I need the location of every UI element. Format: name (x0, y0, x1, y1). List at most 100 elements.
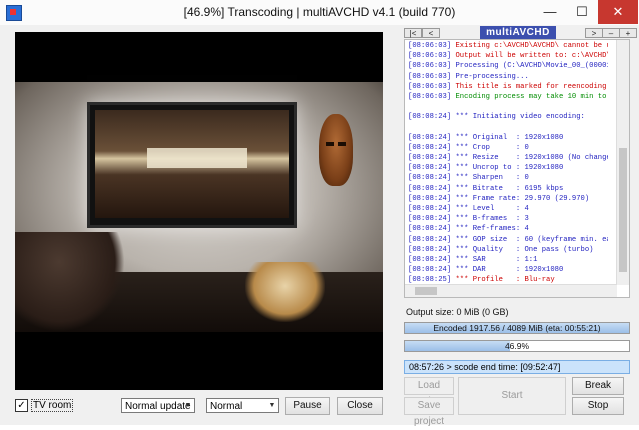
log-timestamp: [08:06:03] (408, 92, 452, 101)
log-timestamp: [08:08:24] (408, 215, 452, 224)
priority-value: Normal (210, 401, 243, 412)
log-timestamp: [08:08:24] (408, 225, 452, 234)
log-message: *** Crop : 0 (451, 143, 529, 152)
nav-minus-button[interactable]: – (602, 28, 620, 38)
main-area: ✓ TV room Normal update ▼ Normal ▼ Pause … (0, 25, 639, 427)
log-panel[interactable]: [08:06:03] Existing c:\AVCHD\AVCHD\ cann… (404, 39, 630, 298)
multiavchd-logo: multiAVCHD (480, 26, 556, 40)
log-line: [08:08:24] *** DAR : 1920x1080 (408, 265, 608, 275)
log-message: *** Ref-frames: 4 (451, 225, 529, 234)
log-message: *** B-frames : 3 (451, 215, 529, 224)
log-line: [08:08:24] *** B-frames : 3 (408, 214, 608, 224)
break-button[interactable]: Break (572, 377, 624, 395)
log-line: [08:06:03] Encoding process may take 10 … (408, 92, 608, 102)
log-timestamp: [08:08:24] (408, 154, 452, 163)
log-message: This title is marked for reencoding (451, 82, 607, 91)
viewers-silhouette (15, 232, 125, 332)
log-line: [08:08:24] *** Original : 1920x1080 (408, 133, 608, 143)
title-bar: [46.9%] Transcoding | multiAVCHD v4.1 (b… (0, 0, 639, 26)
update-mode-value: Normal update (125, 401, 191, 412)
log-timestamp: [08:08:24] (408, 133, 452, 142)
log-line: [08:08:24] *** Resize : 1920x1080 (No ch… (408, 153, 608, 163)
log-line: [08:06:03] Existing c:\AVCHD\AVCHD\ cann… (408, 41, 608, 51)
log-line: [08:06:03] Output will be written to: c:… (408, 51, 608, 61)
scroll-thumb[interactable] (415, 287, 437, 295)
log-line: [08:08:24] *** Quality : One pass (turbo… (408, 245, 608, 255)
status-line: 08:57:26 > scode end time: [09:52:47] (404, 360, 630, 374)
log-message: *** Sharpen : 0 (451, 174, 529, 183)
log-message: *** SAR : 1:1 (451, 255, 538, 264)
video-frame (95, 110, 289, 218)
log-timestamp: [08:08:24] (408, 174, 452, 183)
pause-button[interactable]: Pause (285, 397, 330, 415)
log-message: *** Resize : 1920x1080 (No change (451, 154, 608, 163)
percent-progress-label: 46.9% (504, 341, 530, 351)
save-project-button[interactable]: Save project (404, 397, 454, 427)
scroll-thumb[interactable] (619, 148, 627, 272)
log-timestamp: [08:08:24] (408, 113, 452, 122)
nav-prev-button[interactable]: < (422, 28, 440, 38)
start-button[interactable]: Start (458, 377, 566, 415)
output-size-label: Output size: 0 MiB (0 GB) (406, 307, 509, 317)
log-line: [08:08:24] *** Uncrop to : 1920x1080 (408, 163, 608, 173)
log-line: [08:06:03] Processing (C:\AVCHD\Movie_00… (408, 61, 608, 71)
log-message: *** Original : 1920x1080 (451, 133, 564, 142)
nav-next-button[interactable]: > (585, 28, 603, 38)
log-line: [08:08:24] *** Bitrate : 6195 kbps (408, 184, 608, 194)
tv-room-toggle[interactable]: ✓ TV room (15, 399, 74, 415)
log-message: *** Bitrate : 6195 kbps (451, 184, 564, 193)
log-timestamp: [08:08:24] (408, 164, 452, 173)
log-timestamp: [08:06:03] (408, 42, 452, 50)
log-line: [08:08:24] *** GOP size : 60 (keyframe m… (408, 235, 608, 245)
log-timestamp: [08:06:03] (408, 82, 452, 91)
log-line: [08:08:24] *** Frame rate: 29.970 (29.97… (408, 194, 608, 204)
nav-plus-button[interactable]: + (619, 28, 637, 38)
log-line: [08:08:24] *** Level : 4 (408, 204, 608, 214)
log-line: [08:06:03] This title is marked for reen… (408, 82, 608, 92)
chevron-down-icon: ▼ (184, 402, 192, 409)
log-timestamp: [08:08:24] (408, 245, 452, 254)
log-horizontal-scrollbar[interactable] (405, 284, 617, 297)
log-timestamp: [08:06:03] (408, 62, 452, 71)
log-lines: [08:06:03] Existing c:\AVCHD\AVCHD\ cann… (408, 41, 608, 297)
update-mode-select[interactable]: Normal update ▼ (121, 398, 195, 413)
encoded-progress-bar: Encoded 1917.56 / 4089 MiB (eta: 00:55:2… (404, 322, 630, 334)
close-window-button[interactable]: ✕ (598, 0, 638, 24)
minimize-button[interactable]: — (534, 0, 566, 24)
nav-first-button[interactable]: |< (404, 28, 422, 38)
load-project-button[interactable]: Load project (404, 377, 454, 407)
log-line: [08:08:24] *** Crop : 0 (408, 143, 608, 153)
stage-scene (147, 148, 247, 168)
log-timestamp: [08:06:03] (408, 72, 452, 81)
log-message: Processing (C:\AVCHD\Movie_00_(00001 (451, 62, 608, 71)
log-timestamp: [08:08:24] (408, 143, 452, 152)
log-line: [08:06:03] Pre-processing... (408, 72, 608, 82)
log-message: *** Quality : One pass (turbo) (451, 245, 594, 254)
log-message: *** DAR : 1920x1080 (451, 266, 564, 275)
priority-select[interactable]: Normal ▼ (206, 398, 279, 413)
log-message: *** Frame rate: 29.970 (29.970) (451, 194, 590, 203)
log-timestamp: [08:08:24] (408, 255, 452, 264)
log-timestamp: [08:08:24] (408, 184, 452, 193)
tv-room-checkbox[interactable]: ✓ (15, 399, 28, 412)
tv-room-label: TV room (31, 399, 74, 412)
maximize-button[interactable]: ☐ (566, 0, 598, 24)
log-line: [08:08:24] *** Ref-frames: 4 (408, 224, 608, 234)
right-panel: |< < multiAVCHD > – + [08:06:03] Existin… (396, 25, 639, 427)
close-button[interactable]: Close (337, 397, 383, 415)
log-timestamp: [08:06:03] (408, 52, 452, 61)
log-message: Encoding process may take 10 min to (451, 92, 607, 101)
log-timestamp: [08:08:24] (408, 194, 452, 203)
log-vertical-scrollbar[interactable] (616, 40, 629, 285)
stop-button[interactable]: Stop (572, 397, 624, 415)
log-timestamp: [08:08:24] (408, 235, 452, 244)
log-message: *** Initiating video encoding: (451, 113, 585, 122)
log-line: [08:08:24] *** Sharpen : 0 (408, 173, 608, 183)
log-message: *** GOP size : 60 (keyframe min. ea (451, 235, 608, 244)
tv-frame (87, 102, 297, 228)
percent-progress-bar: 46.9% (404, 340, 630, 352)
log-message: *** Level : 4 (451, 205, 529, 213)
mask-decoration (319, 114, 353, 186)
